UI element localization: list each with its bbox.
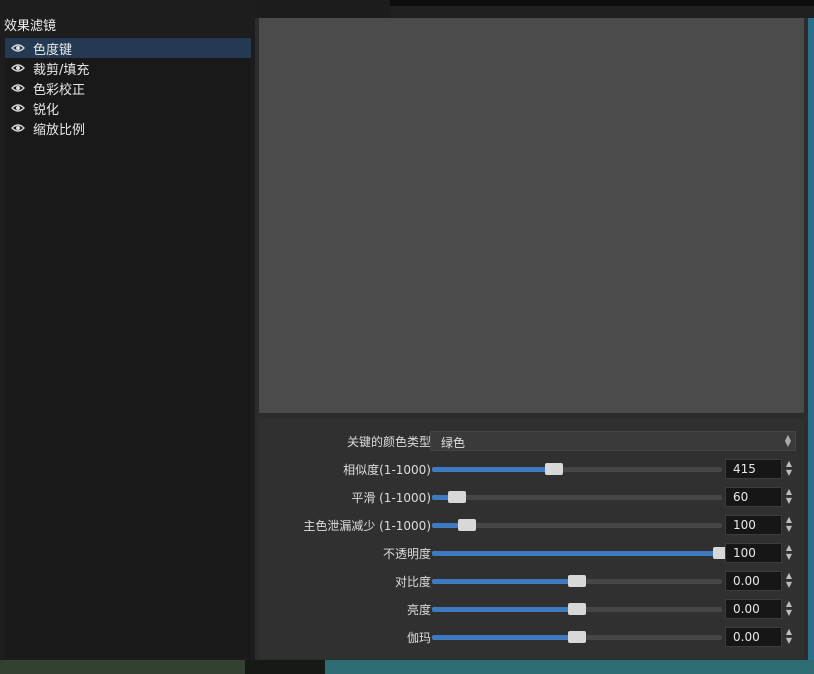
background-image-edge: [808, 18, 814, 660]
slider-handle[interactable]: [568, 575, 586, 587]
slider-fill: [432, 551, 722, 556]
spin-arrows-icon[interactable]: ▲ ▼: [782, 599, 796, 619]
panel-title: 效果滤镜: [4, 19, 57, 34]
opacity-slider[interactable]: [432, 547, 731, 559]
filter-item-chroma-key[interactable]: 色度键: [5, 38, 251, 58]
spin-arrows-icon[interactable]: ▲ ▼: [782, 543, 796, 563]
slider-fill: [432, 607, 577, 612]
eye-icon[interactable]: [11, 103, 25, 113]
similarity-spinbox[interactable]: 415: [725, 459, 782, 479]
filter-list: 色度键 裁剪/填充 色彩校正 锐化 缩放比例: [5, 38, 251, 658]
spill-reduction-slider[interactable]: [432, 519, 722, 531]
slider-handle[interactable]: [448, 491, 467, 503]
brightness-label: 亮度: [406, 603, 431, 617]
top-bar-strip: [390, 6, 814, 18]
filter-item-color-correction[interactable]: 色彩校正: [5, 78, 251, 98]
filter-item-crop-pad[interactable]: 裁剪/填充: [5, 58, 251, 78]
similarity-label: 相似度(1-1000): [343, 463, 431, 477]
key-color-type-value: 绿色: [441, 436, 466, 450]
opacity-label: 不透明度: [382, 547, 431, 561]
filter-item-label: 色度键: [33, 42, 73, 58]
slider-fill: [432, 579, 577, 584]
contrast-slider[interactable]: [432, 575, 722, 587]
contrast-spinbox[interactable]: 0.00: [725, 571, 782, 591]
filter-item-label: 缩放比例: [33, 122, 86, 138]
preview-area: [259, 18, 804, 413]
slider-handle[interactable]: [457, 519, 476, 531]
properties-panel: [259, 419, 804, 659]
chevron-up-down-icon: ▲ ▼: [784, 433, 791, 448]
spill-reduction-label: 主色泄漏减少 (1-1000): [303, 519, 431, 533]
contrast-label: 对比度: [394, 575, 431, 589]
filter-item-label: 裁剪/填充: [33, 62, 90, 78]
gamma-spinbox[interactable]: 0.00: [725, 627, 782, 647]
similarity-slider[interactable]: [432, 463, 722, 475]
eye-icon[interactable]: [11, 83, 25, 93]
spin-arrows-icon[interactable]: ▲ ▼: [782, 487, 796, 507]
slider-fill: [432, 467, 554, 472]
gamma-slider[interactable]: [432, 631, 722, 643]
brightness-spinbox[interactable]: 0.00: [725, 599, 782, 619]
smoothness-slider[interactable]: [432, 491, 722, 503]
slider-handle[interactable]: [544, 463, 563, 475]
opacity-spinbox[interactable]: 100: [725, 543, 782, 563]
filter-item-scaling[interactable]: 缩放比例: [5, 118, 251, 138]
brightness-slider[interactable]: [432, 603, 722, 615]
smoothness-spinbox[interactable]: 60: [725, 487, 782, 507]
slider-fill: [432, 635, 577, 640]
key-color-type-dropdown[interactable]: 绿色 ▲ ▼: [430, 431, 796, 451]
spin-arrows-icon[interactable]: ▲ ▼: [782, 571, 796, 591]
filter-item-label: 锐化: [33, 102, 60, 118]
filter-item-label: 色彩校正: [33, 82, 86, 98]
gamma-label: 伽玛: [406, 631, 431, 645]
eye-icon[interactable]: [11, 123, 25, 133]
eye-icon[interactable]: [11, 63, 25, 73]
spill-reduction-spinbox[interactable]: 100: [725, 515, 782, 535]
background-image-strip: [0, 660, 814, 674]
eye-icon[interactable]: [11, 43, 25, 53]
filter-item-sharpen[interactable]: 锐化: [5, 98, 251, 118]
smoothness-label: 平滑 (1-1000): [351, 491, 431, 505]
spin-arrows-icon[interactable]: ▲ ▼: [782, 627, 796, 647]
filters-panel: 效果滤镜 色度键 裁剪/填充 色彩校正 锐化 缩放比例: [0, 0, 255, 660]
slider-handle[interactable]: [568, 603, 586, 615]
slider-handle[interactable]: [568, 631, 586, 643]
spin-arrows-icon[interactable]: ▲ ▼: [782, 515, 796, 535]
key-color-type-label: 关键的颜色类型: [346, 435, 431, 449]
spin-arrows-icon[interactable]: ▲ ▼: [782, 459, 796, 479]
